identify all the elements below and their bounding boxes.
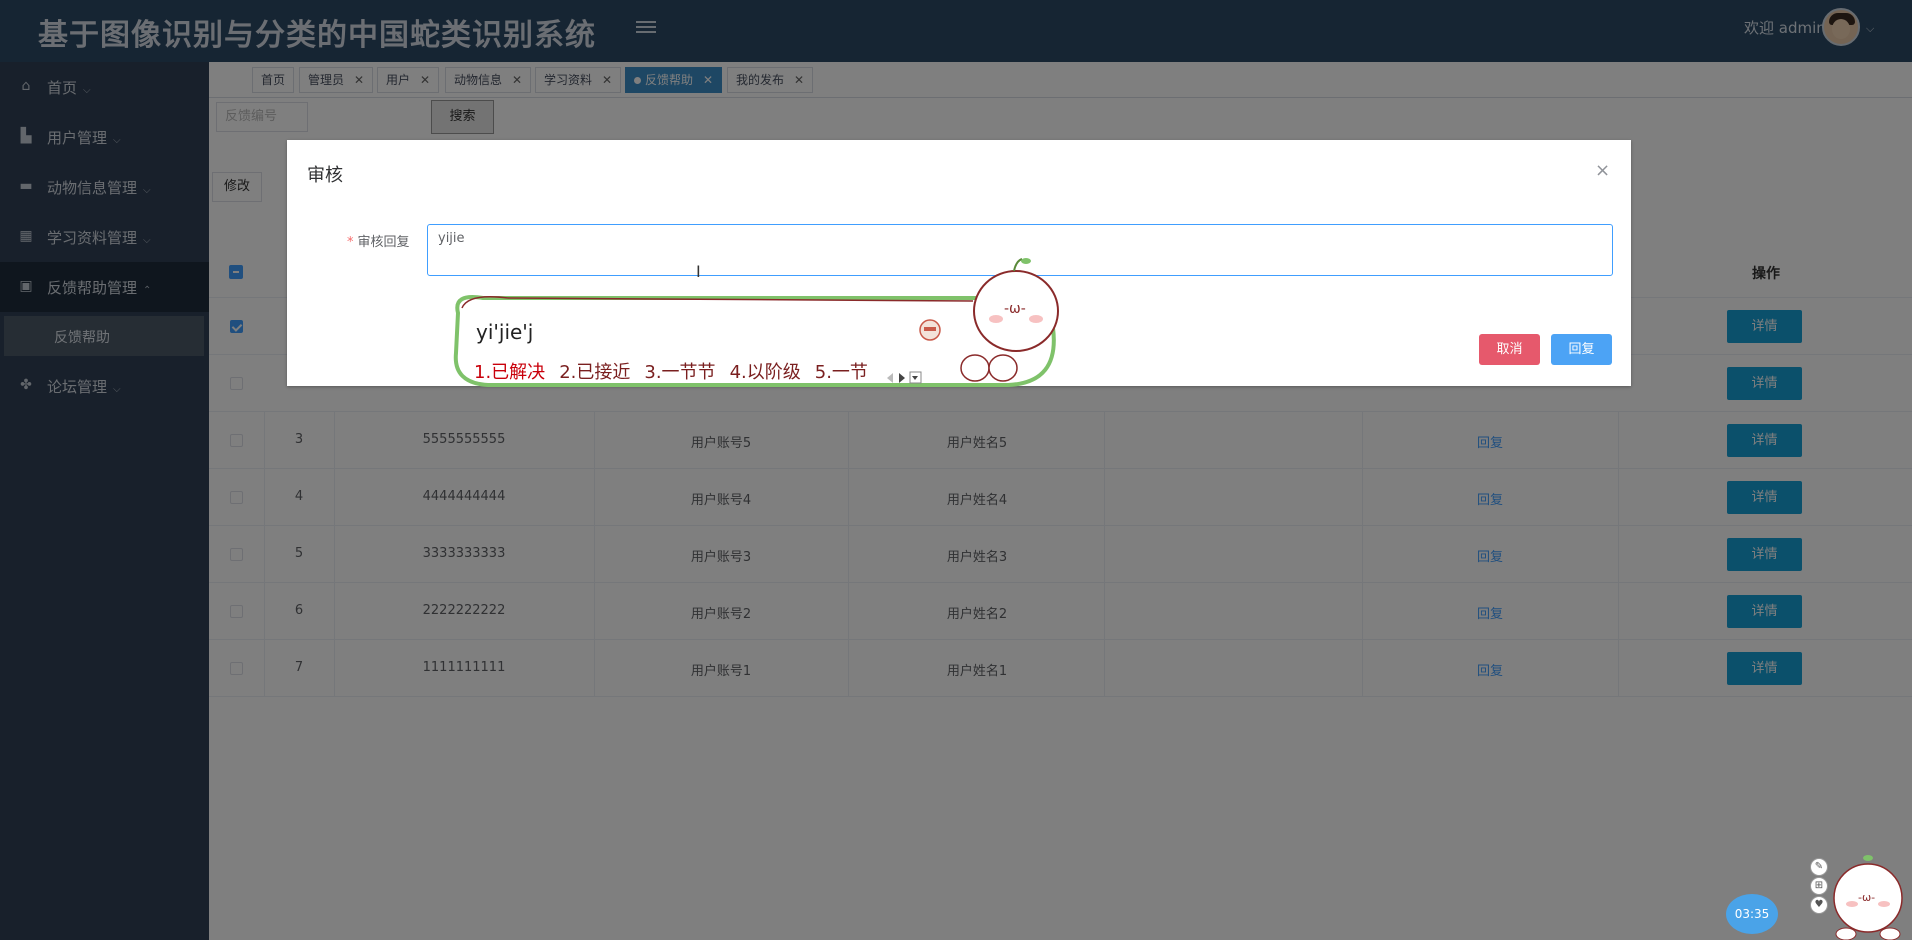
cancel-button[interactable]: 取消 xyxy=(1479,334,1540,365)
field-label: * 审核回复 xyxy=(347,235,410,250)
field-label-text: 审核回复 xyxy=(357,235,410,250)
dialog-title: 审核 xyxy=(307,165,343,186)
ime-candidate[interactable]: 4.以阶级 xyxy=(730,362,801,383)
svg-text:-ω-: -ω- xyxy=(1858,891,1875,904)
ime-candidates: 1.已解决 2.已接近 3.一节节 4.以阶级 5.一节 xyxy=(474,358,882,384)
ime-candidate[interactable]: 1.已解决 xyxy=(474,362,545,383)
close-icon[interactable]: × xyxy=(1595,160,1610,181)
svg-text:-ω-: -ω- xyxy=(1004,301,1026,317)
reply-button[interactable]: 回复 xyxy=(1551,334,1612,365)
ime-composition: yi'jie'j xyxy=(476,320,534,344)
clock-badge[interactable]: 03:35 xyxy=(1726,894,1778,934)
ime-candidate[interactable]: 2.已接近 xyxy=(559,362,630,383)
floating-mascot-icon[interactable]: -ω- xyxy=(1808,846,1912,940)
ime-candidate[interactable]: 5.一节 xyxy=(815,362,868,383)
ime-logo-icon xyxy=(919,319,941,341)
ime-candidate[interactable]: 3.一节节 xyxy=(644,362,715,383)
